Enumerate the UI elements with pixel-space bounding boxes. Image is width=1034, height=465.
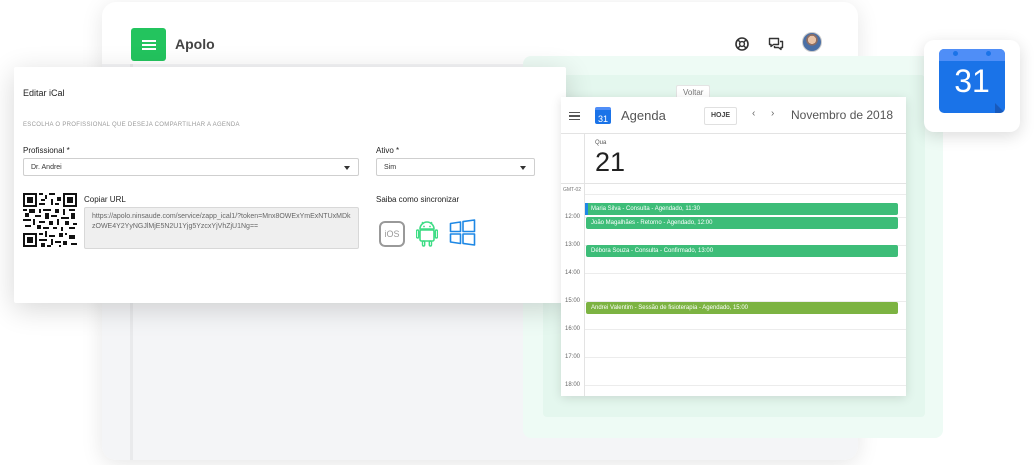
day-of-week: Qua: [595, 140, 607, 146]
calendar-panel: 31 Agenda HOJE ‹ › Novembro de 2018 Qua …: [561, 97, 906, 396]
event-marker: [585, 203, 588, 215]
calendar-event[interactable]: Maria Silva - Consulta - Agendado, 11:30: [586, 203, 898, 215]
calendar-title: Agenda: [621, 108, 666, 123]
profissional-label: Profissional *: [23, 146, 70, 155]
profissional-select[interactable]: Dr. Andrei: [23, 158, 359, 176]
hour-label: 17:00: [565, 354, 581, 360]
chevron-left-icon[interactable]: ‹: [752, 108, 755, 119]
hour-label: 12:00: [565, 214, 581, 220]
modal-subtitle: ESCOLHA O PROFISSIONAL QUE DESEJA COMPAR…: [23, 122, 240, 128]
ativo-value: Sim: [384, 164, 397, 171]
user-avatar[interactable]: [802, 32, 822, 52]
stage: Apolo Voltar Editar iCal ESCOLHA O PROFI…: [0, 0, 1034, 465]
hour-label: 15:00: [565, 298, 581, 304]
hour-label: 18:00: [565, 382, 581, 388]
ios-icon[interactable]: iOS: [379, 221, 405, 247]
qr-code-icon: [23, 193, 77, 247]
help-icon[interactable]: [734, 36, 750, 52]
calendar-tab: [939, 49, 1005, 61]
menu-button[interactable]: [131, 28, 166, 61]
calendar-event[interactable]: Andrei Valentim - Sessão de fisioterapia…: [586, 302, 898, 314]
profissional-value: Dr. Andrei: [31, 164, 62, 171]
calendar-fold: [995, 103, 1005, 113]
ios-label: iOS: [384, 229, 400, 239]
day-header: Qua 21: [561, 134, 906, 184]
edit-ical-modal: Editar iCal ESCOLHA O PROFISSIONAL QUE D…: [14, 67, 566, 303]
hour-label: 16:00: [565, 326, 581, 332]
ativo-label: Ativo *: [376, 146, 400, 155]
calendar-ring: [953, 51, 958, 56]
hamburger-icon[interactable]: [569, 112, 580, 120]
calendar-toolbar: 31 Agenda HOJE ‹ › Novembro de 2018: [561, 97, 906, 134]
google-calendar-card: 31: [924, 40, 1020, 132]
hour-line: [585, 194, 906, 195]
chevron-down-icon: [344, 166, 350, 170]
ativo-select[interactable]: Sim: [376, 158, 535, 176]
hamburger-icon: [141, 39, 156, 50]
calendar-logo-icon: 31: [595, 107, 611, 124]
copiar-url-label: Copiar URL: [84, 195, 126, 204]
chevron-down-icon: [520, 166, 526, 170]
android-icon[interactable]: [416, 219, 438, 247]
google-calendar-icon: 31: [939, 49, 1005, 113]
today-button[interactable]: HOJE: [704, 107, 737, 125]
calendar-event[interactable]: João Magalhães - Retorno - Agendado, 12:…: [586, 217, 898, 229]
hour-line: [585, 329, 906, 330]
calendar-day-number: 31: [954, 63, 990, 99]
chat-icon[interactable]: [768, 36, 784, 52]
hour-line: [585, 385, 906, 386]
app-header: Apolo: [102, 2, 858, 64]
day-number[interactable]: 21: [595, 147, 625, 178]
current-month: Novembro de 2018: [791, 108, 894, 122]
chevron-right-icon[interactable]: ›: [771, 108, 774, 119]
saiba-sincronizar-label: Saiba como sincronizar: [376, 195, 460, 204]
hour-line: [585, 357, 906, 358]
calendar-ring: [986, 51, 991, 56]
windows-icon[interactable]: [449, 219, 476, 246]
hour-label: 13:00: [565, 242, 581, 248]
modal-title: Editar iCal: [23, 88, 65, 98]
hour-line: [585, 273, 906, 274]
calendar-event[interactable]: Débora Souza - Consulta - Confirmado, 13…: [586, 245, 898, 257]
brand-name: Apolo: [175, 36, 215, 52]
ical-url-field[interactable]: https://apolo.ninsaude.com/service/zapp_…: [84, 207, 359, 249]
hour-label: 14:00: [565, 270, 581, 276]
timezone-label: GMT-02: [563, 187, 582, 193]
